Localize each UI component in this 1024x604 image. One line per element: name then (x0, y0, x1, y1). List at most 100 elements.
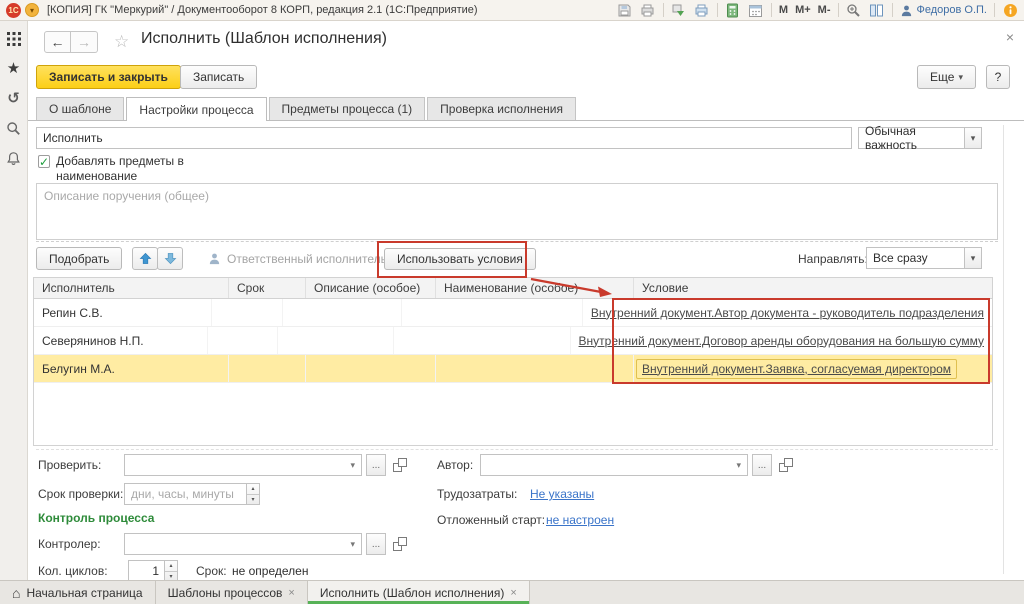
name-cell[interactable] (436, 355, 634, 382)
condition-link[interactable]: Внутренний документ.Договор аренды обору… (579, 334, 984, 348)
arrow-up-icon (139, 252, 152, 265)
controller-open-icon[interactable] (392, 536, 408, 552)
check-term-input[interactable] (131, 487, 241, 501)
print-icon[interactable] (640, 2, 656, 18)
bottom-tab-process-templates[interactable]: Шаблоны процессов × (156, 581, 308, 604)
controller-input[interactable] (131, 537, 350, 551)
spin-up-icon[interactable]: ▴ (165, 561, 177, 572)
condition-link[interactable]: Внутренний документ.Автор документа - ру… (591, 306, 984, 320)
main-menu-icon[interactable]: ▾ (25, 3, 39, 17)
name-cell[interactable] (402, 299, 583, 326)
check-term-spinner[interactable]: ▴ ▾ (246, 483, 260, 505)
description-cell[interactable] (306, 355, 436, 382)
chevron-down-icon[interactable]: ▾ (736, 460, 741, 471)
term-cell[interactable] (208, 327, 278, 354)
description-cell[interactable] (278, 327, 395, 354)
importance-field[interactable]: Обычная важность (858, 127, 966, 149)
author-choose-button[interactable]: ... (752, 454, 772, 476)
bottom-tab-execute-template[interactable]: Исполнить (Шаблон исполнения) × (308, 581, 530, 604)
memory-minus-button[interactable]: M- (818, 4, 831, 16)
delayed-start-link[interactable]: не настроен (546, 513, 614, 527)
help-button[interactable]: ? (986, 65, 1010, 89)
close-window-icon[interactable]: × (1006, 29, 1014, 45)
forward-button[interactable]: → (71, 31, 98, 53)
col-header-executor[interactable]: Исполнитель (34, 278, 229, 298)
executor-cell[interactable]: Северянинов Н.П. (34, 327, 208, 354)
current-user-button[interactable]: Федоров О.П. (900, 4, 988, 17)
check-field[interactable]: ▾ (124, 454, 362, 476)
executor-cell[interactable]: Репин С.В. (34, 299, 212, 326)
tab-about-template[interactable]: О шаблоне (36, 97, 124, 120)
check-choose-button[interactable]: ... (366, 454, 386, 476)
move-down-button[interactable] (157, 247, 183, 270)
pick-executors-button[interactable]: Подобрать (36, 247, 122, 270)
task-name-input[interactable] (43, 131, 845, 145)
checkbox-checked-icon[interactable]: ✓ (38, 155, 50, 168)
table-row[interactable]: Северянинов Н.П. Внутренний документ.Дог… (34, 327, 992, 355)
memory-plus-button[interactable]: M+ (795, 4, 811, 16)
condition-link[interactable]: Внутренний документ.Заявка, согласуемая … (642, 362, 951, 376)
zoom-icon[interactable] (846, 2, 862, 18)
labor-link[interactable]: Не указаны (530, 487, 594, 501)
notifications-bell-icon[interactable] (5, 150, 22, 167)
calculator-icon[interactable] (725, 2, 741, 18)
sections-menu-icon[interactable] (5, 30, 22, 47)
col-header-description[interactable]: Описание (особое) (306, 278, 436, 298)
route-label: Направлять: (798, 252, 868, 266)
col-header-condition[interactable]: Условие (634, 278, 992, 298)
author-open-icon[interactable] (778, 457, 794, 473)
chevron-down-icon[interactable]: ▾ (350, 460, 355, 471)
table-row[interactable]: Репин С.В. Внутренний документ.Автор док… (34, 299, 992, 327)
memory-button[interactable]: M (779, 4, 788, 16)
bottom-tab-home[interactable]: ⌂ Начальная страница (0, 581, 156, 604)
col-header-term[interactable]: Срок (229, 278, 306, 298)
add-subjects-checkbox-row[interactable]: ✓ Добавлять предметы в наименование (38, 154, 228, 184)
search-icon[interactable] (5, 120, 22, 137)
route-dropdown-button[interactable]: ▾ (964, 247, 982, 269)
check-open-icon[interactable] (392, 457, 408, 473)
author-field[interactable]: ▾ (480, 454, 748, 476)
favorites-icon[interactable]: ★ (5, 60, 22, 77)
close-tab-icon[interactable]: × (510, 587, 516, 599)
info-icon[interactable] (1002, 2, 1018, 18)
save-to-file-icon[interactable] (671, 2, 687, 18)
calendar-icon[interactable] (748, 2, 764, 18)
executor-cell[interactable]: Белугин М.А. (34, 355, 229, 382)
check-input[interactable] (131, 458, 350, 472)
save-icon[interactable] (617, 2, 633, 18)
chevron-down-icon[interactable]: ▾ (350, 539, 355, 550)
cycles-field[interactable]: 1 (128, 560, 166, 582)
description-cell[interactable] (283, 299, 402, 326)
author-input[interactable] (487, 458, 736, 472)
table-row-selected[interactable]: Белугин М.А. Внутренний документ.Заявка,… (34, 355, 992, 383)
add-favorite-star-icon[interactable]: ☆ (114, 32, 129, 52)
print-preview-icon[interactable] (694, 2, 710, 18)
name-cell[interactable] (394, 327, 570, 354)
description-textarea[interactable] (37, 184, 997, 239)
responsible-executor-button[interactable]: Ответственный исполнитель (200, 247, 395, 270)
spin-up-icon[interactable]: ▴ (247, 484, 259, 495)
back-button[interactable]: ← (44, 31, 71, 53)
use-conditions-button[interactable]: Использовать условия (384, 248, 536, 270)
history-icon[interactable]: ↺ (5, 90, 22, 107)
tab-process-settings[interactable]: Настройки процесса (126, 97, 266, 121)
controller-field[interactable]: ▾ (124, 533, 362, 555)
separator-line (36, 241, 998, 242)
tab-execution-check[interactable]: Проверка исполнения (427, 97, 576, 120)
term-cell[interactable] (212, 299, 283, 326)
save-and-close-button[interactable]: Записать и закрыть (36, 65, 181, 89)
importance-dropdown-button[interactable]: ▾ (964, 127, 982, 149)
tab-process-subjects[interactable]: Предметы процесса (1) (269, 97, 426, 120)
split-view-icon[interactable] (869, 2, 885, 18)
close-tab-icon[interactable]: × (288, 587, 294, 599)
save-button[interactable]: Записать (180, 65, 257, 89)
move-up-button[interactable] (132, 247, 158, 270)
col-header-name[interactable]: Наименование (особое) (436, 278, 634, 298)
term-cell[interactable] (229, 355, 306, 382)
controller-choose-button[interactable]: ... (366, 533, 386, 555)
spin-down-icon[interactable]: ▾ (247, 495, 259, 505)
route-field[interactable]: Все сразу (866, 247, 966, 269)
more-button[interactable]: Еще ▾ (917, 65, 976, 89)
check-term-field[interactable] (124, 483, 248, 505)
cycles-spinner[interactable]: ▴ ▾ (164, 560, 178, 582)
